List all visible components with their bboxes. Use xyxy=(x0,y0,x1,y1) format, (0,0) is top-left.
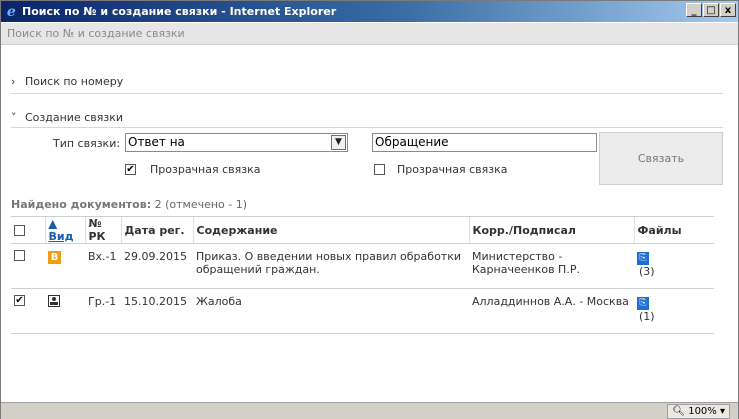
zoom-level: 100% xyxy=(688,406,717,417)
corr-cell: Алладдиннов А.А. - Москва xyxy=(469,288,634,334)
column-rk[interactable]: № РК xyxy=(84,216,121,244)
column-corr[interactable]: Корр./Подписал xyxy=(468,216,634,244)
transparent-link-checkbox-left[interactable]: ✔ xyxy=(125,164,136,175)
row-select-cell xyxy=(11,243,45,289)
row-checkbox[interactable]: ✔ xyxy=(14,295,25,306)
paperclip-icon[interactable]: ⎘ xyxy=(637,297,649,310)
column-kind[interactable]: ▲ Вид xyxy=(44,216,85,244)
column-date[interactable]: Дата рег. xyxy=(120,216,193,244)
row-select-cell: ✔ xyxy=(11,288,45,334)
section-search-by-number[interactable]: › Поиск по номеру xyxy=(11,75,123,88)
person-icon xyxy=(48,295,60,307)
content-cell[interactable]: Приказ. О введении новых правил обработк… xyxy=(193,243,469,289)
link-target-value: Обращение xyxy=(375,135,449,149)
chevron-down-icon[interactable]: ▼ xyxy=(331,135,346,150)
column-files[interactable]: Файлы xyxy=(633,216,714,244)
section-label: Поиск по номеру xyxy=(25,75,124,88)
select-all-cell xyxy=(11,216,45,244)
content-cell[interactable]: Жалоба xyxy=(193,288,469,334)
page-header: Поиск по № и создание связки xyxy=(1,23,738,45)
maximize-button[interactable]: □ xyxy=(703,3,719,17)
link-target-field[interactable]: Обращение xyxy=(372,133,597,152)
divider xyxy=(11,127,723,128)
found-documents: Найдено документов: 2 (отмечено - 1) xyxy=(11,198,247,211)
window-title: Поиск по № и создание связки - Internet … xyxy=(22,5,337,18)
title-bar: e Поиск по № и создание связки - Interne… xyxy=(1,1,738,22)
link-button[interactable]: Связать xyxy=(599,132,723,185)
link-type-label: Тип связки: xyxy=(53,137,121,150)
table-row[interactable]: B Вх.-1 29.09.2015 Приказ. О введении но… xyxy=(11,243,714,289)
rk-cell: Вх.-1 xyxy=(85,243,121,289)
zoom-control[interactable]: 🔍︎ 100% ▾ xyxy=(667,404,730,419)
rk-cell: Гр.-1 xyxy=(85,288,121,334)
divider xyxy=(11,93,723,94)
window-controls: _ □ x xyxy=(686,3,736,17)
files-count: (1) xyxy=(639,310,655,323)
table-header-row: ▲ Вид № РК Дата рег. Содержание Корр./По… xyxy=(11,216,714,244)
files-count: (3) xyxy=(639,265,655,278)
paperclip-icon[interactable]: ⎘ xyxy=(637,252,649,265)
section-label: Создание связки xyxy=(25,111,124,124)
ie-icon: e xyxy=(7,4,16,19)
kind-cell xyxy=(45,288,85,334)
minimize-button[interactable]: _ xyxy=(686,3,702,17)
date-cell: 29.09.2015 xyxy=(121,243,193,289)
transparent-link-label-right: Прозрачная связка xyxy=(397,163,508,176)
link-type-value: Ответ на xyxy=(128,135,185,149)
chevron-down-icon: ˅ xyxy=(11,111,17,124)
corr-cell: Министерство - Карначеенков П.Р. xyxy=(469,243,634,289)
browser-window: e Поиск по № и создание связки - Interne… xyxy=(0,0,739,419)
files-cell: ⎘ (1) xyxy=(634,288,714,334)
status-bar: 🔍︎ 100% ▾ xyxy=(1,402,738,419)
close-button[interactable]: x xyxy=(720,3,736,17)
documents-table: ▲ Вид № РК Дата рег. Содержание Корр./По… xyxy=(11,216,714,334)
section-create-link[interactable]: ˅ Создание связки xyxy=(11,111,123,124)
page-title: Поиск по № и создание связки xyxy=(7,27,185,40)
found-summary: 2 (отмечено - 1) xyxy=(154,198,248,211)
row-checkbox[interactable] xyxy=(14,250,25,261)
found-label: Найдено документов: xyxy=(11,198,152,211)
select-all-checkbox[interactable] xyxy=(14,224,25,236)
svg-text:e: e xyxy=(7,4,16,19)
zoom-icon: 🔍︎ xyxy=(672,406,686,417)
column-content[interactable]: Содержание xyxy=(192,216,469,244)
link-type-select[interactable]: Ответ на ▼ xyxy=(125,133,348,152)
table-row[interactable]: ✔ Гр.-1 15.10.2015 Жалоба Алладдиннов А.… xyxy=(11,288,714,334)
transparent-link-label-left: Прозрачная связка xyxy=(150,163,261,176)
sort-kind-link[interactable]: ▲ Вид xyxy=(49,217,74,243)
kind-cell: B xyxy=(45,243,85,289)
chevron-right-icon: › xyxy=(11,75,16,88)
date-cell: 15.10.2015 xyxy=(121,288,193,334)
b-icon: B xyxy=(48,251,61,264)
files-cell: ⎘ (3) xyxy=(634,243,714,289)
transparent-link-checkbox-right[interactable] xyxy=(374,164,385,175)
